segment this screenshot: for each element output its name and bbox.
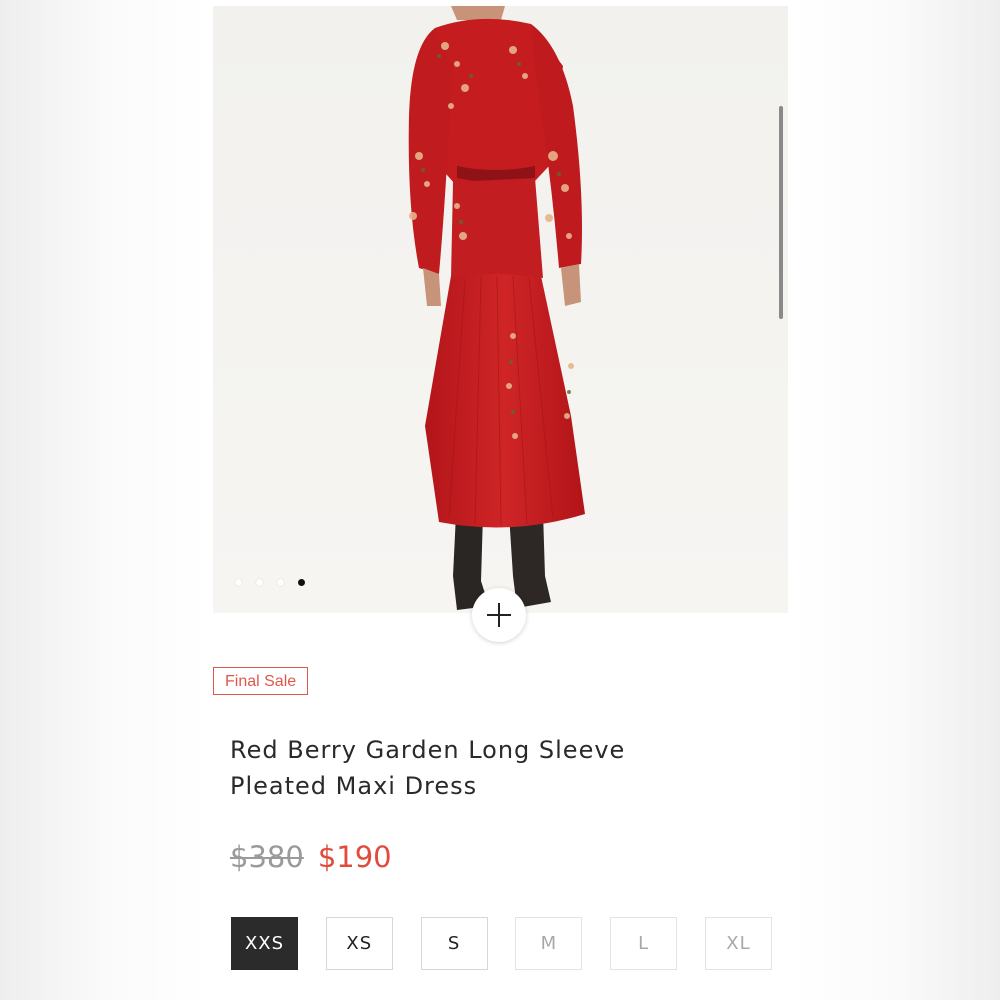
size-option-xxs[interactable]: XXS <box>231 917 298 970</box>
product-title: Red Berry Garden Long Sleeve Pleated Max… <box>230 732 770 804</box>
product-page: Final Sale Red Berry Garden Long Sleeve … <box>213 6 788 1000</box>
size-option-l[interactable]: L <box>610 917 678 970</box>
pagination-dot-active[interactable] <box>298 579 305 586</box>
zoom-button[interactable] <box>472 588 526 642</box>
product-photo <box>213 6 788 613</box>
product-title-line-2: Pleated Maxi Dress <box>230 772 478 800</box>
sale-price: $190 <box>317 840 392 874</box>
product-title-line-1: Red Berry Garden Long Sleeve <box>230 736 626 764</box>
gallery-pagination <box>235 579 305 586</box>
pagination-dot[interactable] <box>235 579 242 586</box>
original-price: $380 <box>230 840 304 874</box>
size-option-s[interactable]: S <box>420 917 488 970</box>
product-image-gallery[interactable] <box>213 6 788 613</box>
final-sale-badge: Final Sale <box>213 667 309 695</box>
scrollbar[interactable] <box>779 106 783 319</box>
size-selector: XXS XS S M L XL <box>231 917 772 970</box>
size-option-xs[interactable]: XS <box>325 917 393 970</box>
size-option-xl[interactable]: XL <box>704 917 772 970</box>
size-option-m[interactable]: M <box>515 917 583 970</box>
pagination-dot[interactable] <box>256 579 263 586</box>
pagination-dot[interactable] <box>277 579 284 586</box>
price-block: $380 $190 <box>230 840 392 874</box>
